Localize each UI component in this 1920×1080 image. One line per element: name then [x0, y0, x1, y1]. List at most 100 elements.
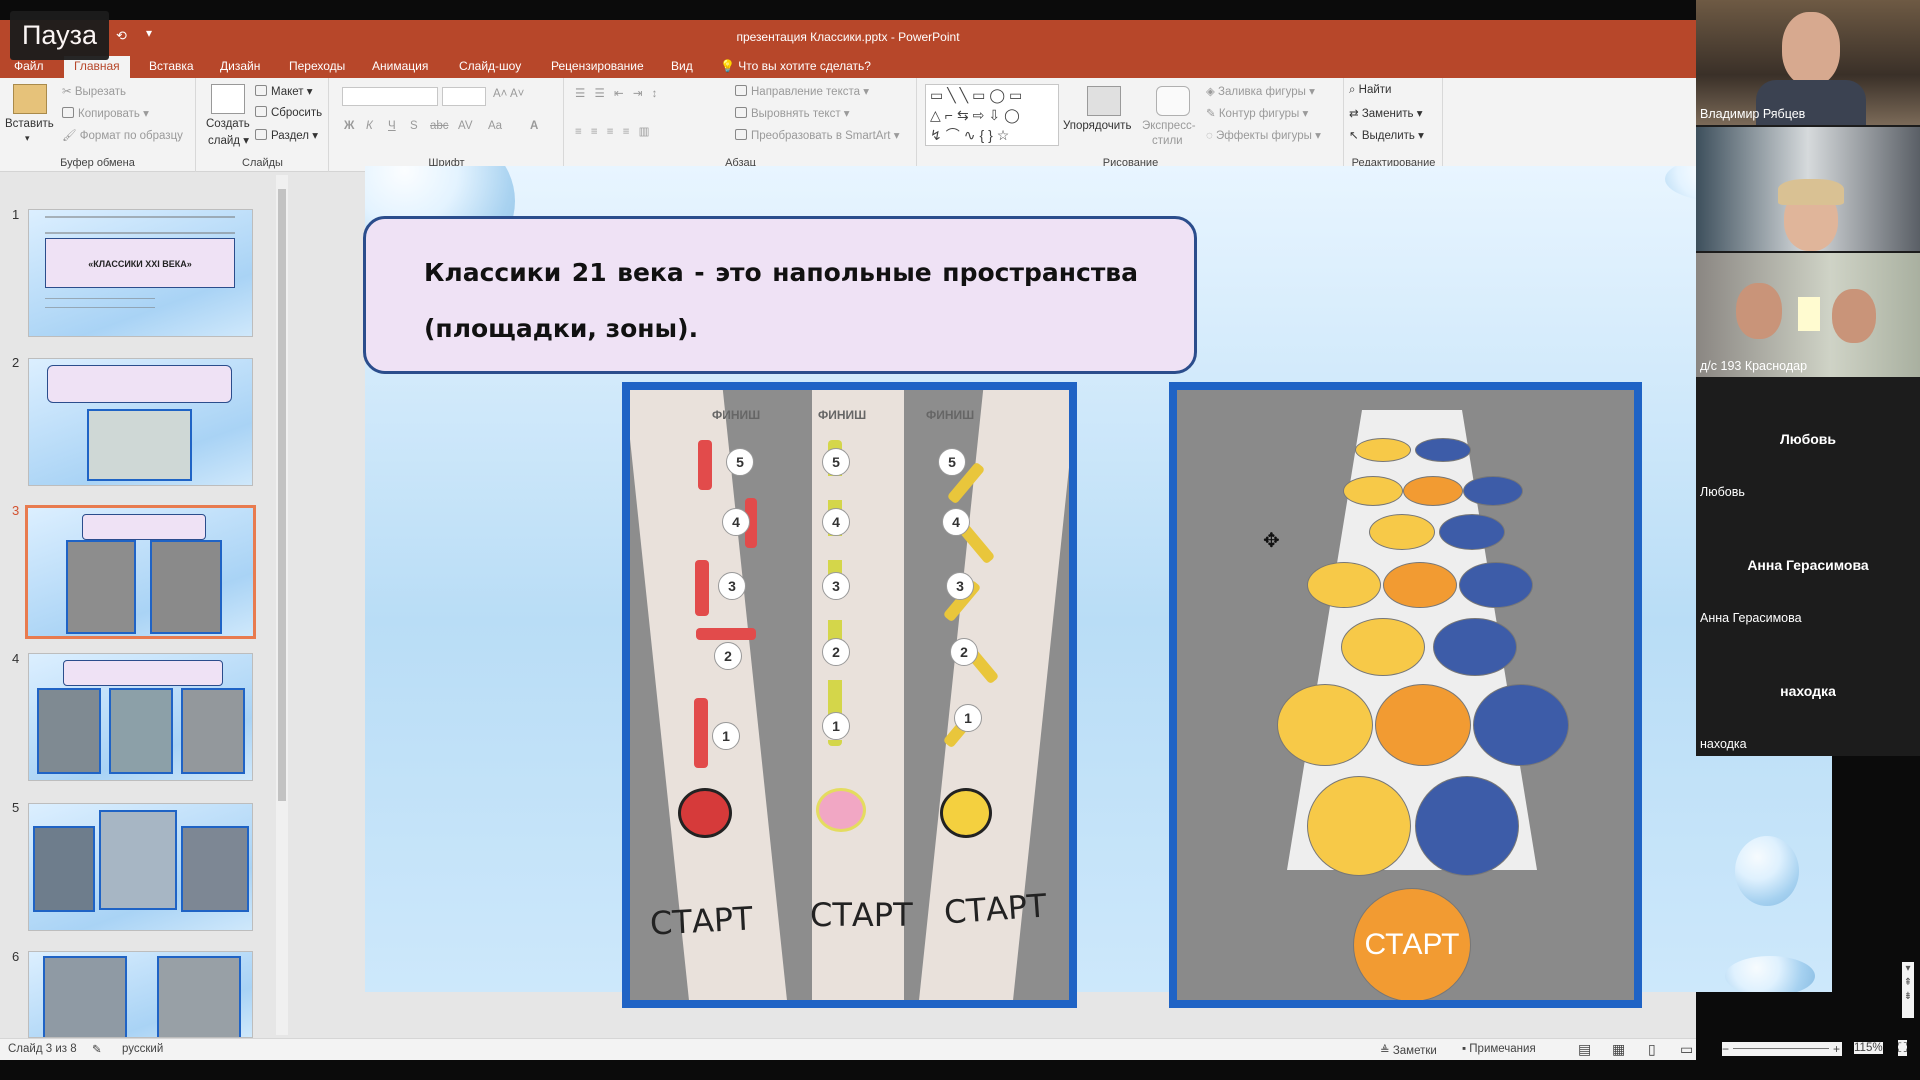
paste-button[interactable]: Вставить: [5, 118, 54, 130]
copy-button[interactable]: Копировать ▾: [62, 106, 149, 120]
notes-button[interactable]: ≜ Заметки: [1380, 1043, 1437, 1057]
hopscotch-strips-photo[interactable]: ФИНИШ ФИНИШ ФИНИШ 5 4 3 2 1 5 4 3 2 1 5 …: [622, 382, 1077, 1008]
italic-button[interactable]: К: [366, 120, 373, 132]
reset-icon: [255, 106, 267, 117]
thumbnail-number: 1: [12, 207, 20, 222]
thumbnail-slide-1[interactable]: «КЛАССИКИ XXI ВЕКА»: [28, 209, 253, 337]
bear-disc: [1463, 476, 1523, 506]
shape-outline-button[interactable]: ✎ Контур фигуры ▾: [1206, 106, 1308, 120]
thumbnail-slide-5[interactable]: [28, 803, 253, 931]
tab-transitions[interactable]: Переходы: [289, 59, 345, 73]
grow-font-icon[interactable]: A˄ A˅: [493, 88, 524, 100]
quick-styles-icon[interactable]: [1156, 86, 1190, 116]
participant-tile[interactable]: Владимир Рябцев: [1696, 0, 1920, 125]
underline-button[interactable]: Ч: [388, 120, 396, 132]
editing-group: ⌕ Найти ⇄ Заменить ▾ ↖ Выделить ▾ Редакт…: [1345, 78, 1443, 172]
panda-bear-hopscotch-photo[interactable]: СТАРТ: [1169, 382, 1642, 1008]
slides-group: Создать слайд ▾ Макет ▾ Сбросить Раздел …: [197, 78, 329, 172]
participant-tile[interactable]: Любовь Любовь: [1696, 379, 1920, 503]
scrollbar-thumb[interactable]: [278, 189, 286, 801]
participant-name: Анна Герасимова: [1700, 611, 1802, 625]
shape-fill-button[interactable]: ◈ Заливка фигуры ▾: [1206, 84, 1315, 98]
new-slide-label-2[interactable]: слайд ▾: [208, 133, 249, 147]
tab-design[interactable]: Дизайн: [220, 59, 260, 73]
reading-view-icon[interactable]: ▯: [1648, 1041, 1656, 1058]
participant-tile[interactable]: Анна Герасимова Анна Герасимова: [1696, 505, 1920, 629]
participant-center-name: находка: [1780, 683, 1836, 699]
tab-review[interactable]: Рецензирование: [551, 59, 644, 73]
replace-button[interactable]: ⇄ Заменить ▾: [1349, 106, 1423, 120]
thumbnail-slide-3[interactable]: [25, 505, 256, 639]
slideshow-view-icon[interactable]: ▭: [1680, 1041, 1693, 1058]
font-size-input[interactable]: [442, 87, 486, 106]
layout-button[interactable]: Макет ▾: [255, 84, 313, 98]
bold-button[interactable]: Ж: [344, 120, 354, 132]
section-icon: [255, 129, 267, 140]
text-direction-icon: [735, 85, 747, 96]
quick-styles-label-1[interactable]: Экспресс-: [1142, 120, 1196, 132]
tab-insert[interactable]: Вставка: [149, 59, 194, 73]
bullets-icon[interactable]: ☰ ☰ ⇤ ⇥ ↕: [575, 86, 660, 100]
language-indicator[interactable]: русский: [122, 1043, 163, 1055]
thumbnails-scrollbar[interactable]: [276, 175, 288, 1035]
char-spacing-button[interactable]: AV: [458, 120, 473, 132]
normal-view-icon[interactable]: ▤: [1578, 1041, 1591, 1058]
new-slide-icon[interactable]: [211, 84, 245, 114]
comments-button[interactable]: ▪ Примечания: [1462, 1043, 1536, 1055]
thumbnail-number: 2: [12, 355, 20, 370]
arrange-icon[interactable]: [1087, 86, 1121, 116]
new-slide-label-1[interactable]: Создать: [206, 118, 250, 130]
cut-button[interactable]: ✂ Вырезать: [62, 84, 126, 98]
ribbon: Вставить ▾ ✂ Вырезать Копировать ▾ 🖌 Фор…: [0, 78, 1696, 172]
zoom-slider[interactable]: − +: [1722, 1042, 1842, 1056]
arrange-button[interactable]: Упорядочить: [1063, 120, 1131, 132]
font-name-input[interactable]: [342, 87, 438, 106]
align-text-button[interactable]: Выровнять текст ▾: [735, 106, 850, 120]
bear-disc: [1415, 776, 1519, 876]
tab-file[interactable]: Файл: [14, 59, 44, 73]
thumbnail-textbox: [47, 365, 232, 403]
participant-tile[interactable]: находка находка: [1696, 631, 1920, 755]
status-bar: Слайд 3 из 8 ✎ русский ≜ Заметки ▪ Приме…: [0, 1038, 1696, 1060]
slide-sorter-icon[interactable]: ▦: [1612, 1041, 1625, 1058]
thumbnail-slide-2[interactable]: [28, 358, 253, 486]
tab-animations[interactable]: Анимация: [372, 59, 428, 73]
spellcheck-icon[interactable]: ✎: [92, 1042, 102, 1056]
tab-slideshow[interactable]: Слайд-шоу: [459, 59, 521, 73]
number-circle: 1: [712, 722, 740, 750]
number-circle: 5: [822, 448, 850, 476]
strikethrough-button[interactable]: abc: [430, 120, 449, 132]
zoom-level[interactable]: 115%: [1854, 1042, 1883, 1054]
align-icons[interactable]: ≡ ≡ ≡ ≡ ▥: [575, 124, 653, 138]
select-button[interactable]: ↖ Выделить ▾: [1349, 128, 1424, 142]
shape-effects-button[interactable]: ◌ Эффекты фигуры ▾: [1206, 128, 1321, 142]
quick-styles-label-2[interactable]: стили: [1152, 135, 1183, 147]
font-color-button[interactable]: A: [530, 120, 538, 132]
slide-scroll-controls[interactable]: ▾ ⇞ ⇟: [1902, 962, 1914, 1018]
format-painter-button[interactable]: 🖌 Формат по образцу: [62, 128, 183, 142]
tell-me-search[interactable]: 💡 Что вы хотите сделать?: [720, 59, 871, 73]
ribbon-tabs: Файл Главная Вставка Дизайн Переходы Ани…: [0, 56, 1696, 78]
smartart-button[interactable]: Преобразовать в SmartArt ▾: [735, 128, 899, 142]
section-button[interactable]: Раздел ▾: [255, 128, 318, 142]
shapes-gallery[interactable]: ▭╲╲▭◯▭ △⌐⇆⇨⇩◯ ↯⌒∿{}☆: [925, 84, 1059, 146]
thumbnail-slide-4[interactable]: [28, 653, 253, 781]
thumbnail-slide-6[interactable]: [28, 951, 253, 1038]
text-direction-button[interactable]: Направление текста ▾: [735, 84, 869, 98]
change-case-button[interactable]: Aa: [488, 120, 502, 132]
participant-tile[interactable]: д/с 193 Краснодар: [1696, 253, 1920, 377]
shadow-button[interactable]: S: [410, 120, 418, 132]
align-text-icon: [735, 107, 747, 118]
paste-dropdown-icon[interactable]: ▾: [25, 133, 30, 144]
fit-slide-icon[interactable]: ⛶: [1898, 1040, 1908, 1056]
reset-button[interactable]: Сбросить: [255, 106, 322, 119]
thumbnail-photo: [150, 540, 222, 634]
paste-icon[interactable]: [13, 84, 47, 114]
slide-heading-box[interactable]: Классики 21 века - это напольные простра…: [363, 216, 1197, 374]
zoom-track[interactable]: [1733, 1048, 1830, 1049]
pause-overlay: Пауза: [10, 11, 109, 60]
tab-view[interactable]: Вид: [671, 59, 693, 73]
find-button[interactable]: ⌕ Найти: [1349, 84, 1391, 97]
participant-tile[interactable]: [1696, 127, 1920, 251]
panda-disc: [1277, 684, 1373, 766]
